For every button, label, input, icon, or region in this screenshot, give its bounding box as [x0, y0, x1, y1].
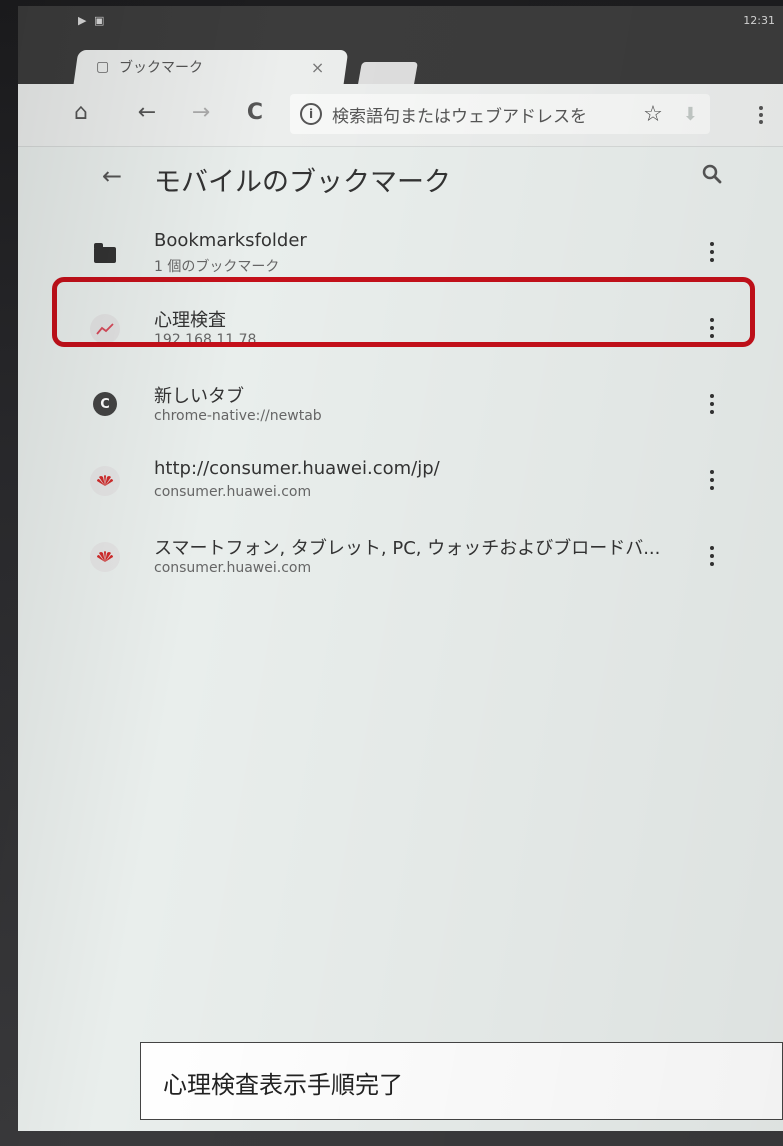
- chrome-icon: C: [93, 392, 117, 416]
- download-icon[interactable]: ⬇: [683, 104, 698, 125]
- tab-bookmarks[interactable]: ▢ ブックマーク ×: [73, 50, 349, 84]
- omnibox[interactable]: i 検索語句またはウェブアドレスを ☆ ⬇: [290, 94, 710, 134]
- reload-icon[interactable]: C: [240, 100, 270, 125]
- more-options-icon[interactable]: [710, 242, 715, 264]
- folder-icon: [90, 238, 120, 268]
- status-icons: ▶ ▣: [78, 14, 107, 27]
- star-icon[interactable]: ☆: [643, 102, 663, 127]
- bookmark-subtitle: chrome-native://newtab: [154, 408, 322, 424]
- bookmark-subtitle: 1 個のブックマーク: [154, 259, 280, 275]
- tab-close-icon[interactable]: ×: [311, 58, 324, 77]
- huawei-icon: [90, 542, 120, 572]
- menu-icon[interactable]: [759, 106, 763, 124]
- back-arrow-icon[interactable]: ←: [102, 162, 122, 190]
- omnibox-placeholder: 検索語句またはウェブアドレスを: [332, 106, 587, 127]
- huawei-icon: [90, 466, 120, 496]
- search-icon[interactable]: [700, 162, 724, 186]
- caption-text: 心理検査表示手順完了: [163, 1071, 403, 1099]
- status-bar: ▶ ▣ 12:31: [18, 6, 783, 36]
- tab-strip: ▢ ブックマーク ×: [18, 36, 783, 84]
- bookmark-title: http://consumer.huawei.com/jp/: [154, 458, 440, 479]
- more-options-icon[interactable]: [710, 470, 715, 492]
- bookmark-subtitle: consumer.huawei.com: [154, 560, 312, 576]
- bookmark-title: スマートフォン, タブレット, PC, ウォッチおよびブロードバ...: [154, 538, 661, 559]
- more-options-icon[interactable]: [710, 394, 715, 416]
- bookmark-row-newtab[interactable]: C 新しいタブ chrome-native://newtab: [18, 368, 783, 444]
- bookmark-list: Bookmarksfolder 1 個のブックマーク 心理検査 192.168.…: [18, 216, 783, 596]
- info-icon[interactable]: i: [300, 103, 322, 125]
- page-title: モバイルのブックマーク: [154, 167, 451, 198]
- bookmark-title: Bookmarksfolder: [154, 230, 307, 251]
- highlight-box: [52, 277, 755, 347]
- home-icon[interactable]: ⌂: [66, 100, 96, 125]
- status-time: 12:31: [743, 14, 775, 27]
- bookmark-row-huawei-jp[interactable]: http://consumer.huawei.com/jp/ consumer.…: [18, 444, 783, 520]
- new-tab-button[interactable]: [358, 62, 418, 84]
- bookmark-subtitle: consumer.huawei.com: [154, 484, 312, 500]
- bookmarks-header: ← モバイルのブックマーク: [18, 146, 783, 216]
- caption-box: 心理検査表示手順完了: [140, 1042, 783, 1120]
- page-icon: ▢: [96, 59, 110, 75]
- bookmark-title: 新しいタブ: [154, 386, 244, 407]
- bookmark-row-huawei-products[interactable]: スマートフォン, タブレット, PC, ウォッチおよびブロードバ... cons…: [18, 520, 783, 596]
- back-icon[interactable]: ←: [132, 100, 162, 125]
- more-options-icon[interactable]: [710, 546, 715, 568]
- tab-title: ブックマーク: [119, 60, 204, 76]
- forward-icon[interactable]: →: [186, 100, 216, 125]
- browser-toolbar: ⌂ ← → C i 検索語句またはウェブアドレスを ☆ ⬇: [18, 84, 783, 147]
- screen: ▶ ▣ 12:31 ▢ ブックマーク × ⌂ ← → C i 検索語句またはウェ…: [18, 6, 783, 1131]
